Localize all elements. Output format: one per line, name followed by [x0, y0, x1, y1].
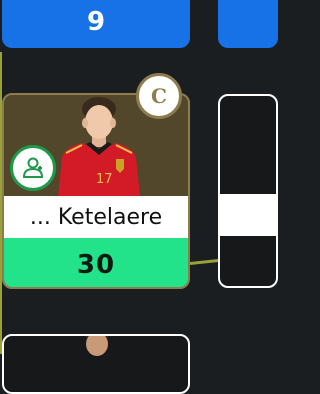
player-card[interactable]: ... Ketelaere 30 — [2, 93, 190, 289]
top-player-card-value[interactable]: 9 — [2, 0, 190, 48]
right-card-name-bar — [220, 194, 276, 236]
kit-number: 17 — [96, 172, 113, 187]
captain-label: C — [151, 84, 167, 108]
top-player-card-right[interactable] — [218, 0, 278, 48]
player-points-bar: 30 — [4, 238, 188, 287]
player-points: 30 — [76, 249, 116, 280]
top-card-value-text: 9 — [86, 7, 106, 37]
captain-badge[interactable]: C — [136, 73, 182, 119]
right-player-card[interactable] — [218, 94, 278, 288]
bottom-player-card[interactable] — [2, 334, 190, 394]
substitute-users-icon — [22, 157, 44, 178]
substitute-badge[interactable] — [10, 145, 56, 191]
player-name-bar: ... Ketelaere — [4, 196, 188, 238]
bottom-player-photo — [86, 336, 108, 356]
player-name: ... Ketelaere — [29, 204, 163, 230]
